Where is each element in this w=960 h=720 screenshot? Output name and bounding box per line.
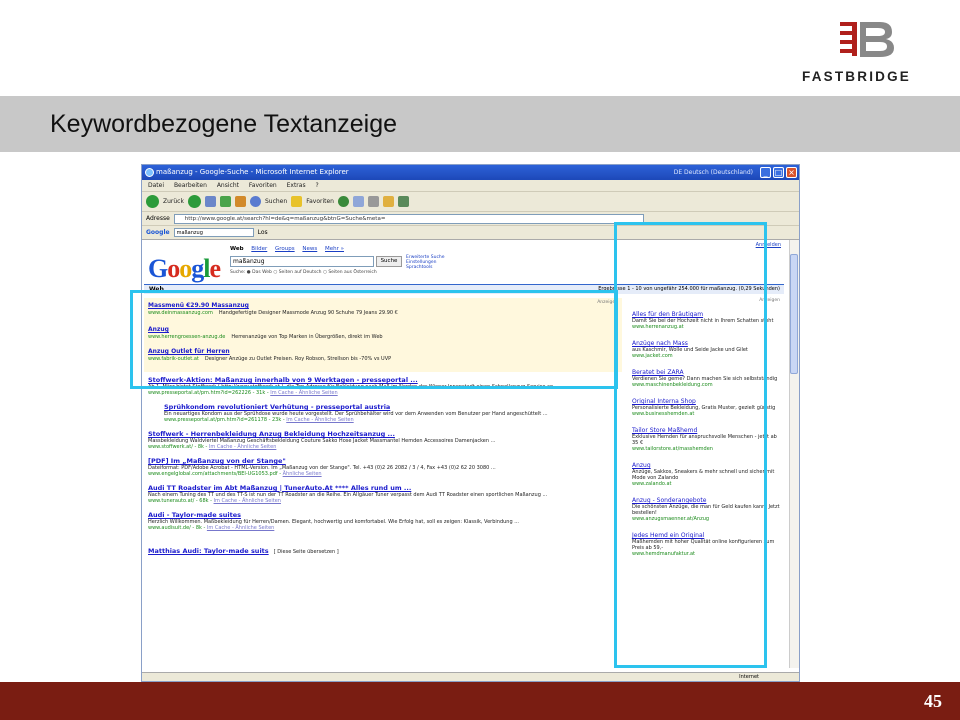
result-title[interactable]: Stoffwerk - Herrenbekleidung Anzug Bekle… [148,430,608,438]
ie-icon [145,168,154,177]
google-logo: Google [148,254,221,283]
googlebar-label: Google [146,229,170,236]
mail-icon[interactable] [352,196,364,207]
result-url: www.presseportal.at/pm.htm?id=261178 - 2… [164,417,285,423]
footer-bar: 45 [0,682,960,720]
cache-link[interactable]: Im Cache - Ähnliche Seiten [214,498,281,504]
search-result: Matthias Audi: Taylor-made suits [ Diese… [148,538,608,557]
advanced-links: Erweiterte Suche Einstellungen Sprachtoo… [406,255,445,270]
print-icon[interactable] [367,196,379,207]
search-scope-radios[interactable]: Suche: ● Das Web ○ Seiten auf Deutsch ○ … [230,270,377,275]
result-url: www.presseportal.at/pm.htm?id=262226 - 3… [148,390,269,396]
cache-link[interactable]: Im Cache - Ähnliche Seiten [209,444,276,450]
window-title: maßanzug - Google-Suche - Microsoft Inte… [156,168,349,176]
result-url: www.stoffwerk.at/ - 8k - [148,444,208,450]
result-title[interactable]: [PDF] Im „Maßanzug von der Stange" [148,457,608,465]
menu-item-help[interactable]: ? [316,182,319,189]
tab-web[interactable]: Web [230,246,244,252]
result-snippet[interactable]: [ Diese Seite übersetzen ] [274,549,339,555]
search-button[interactable]: Suche [376,256,402,267]
logo-wordmark: FASTBRIDGE [802,69,912,84]
toolbar: Zurück Suchen Favoriten [142,192,799,212]
folder-icon[interactable] [382,196,394,207]
search-result: [PDF] Im „Maßanzug von der Stange" Datei… [148,457,608,477]
forward-icon[interactable] [187,195,201,208]
messenger-icon[interactable] [397,196,409,207]
result-title[interactable]: Matthias Audi: Taylor-made suits [148,547,269,555]
minimize-icon[interactable]: _ [760,167,771,178]
tab-mehr[interactable]: Mehr » [325,246,344,252]
cache-link[interactable]: Im Cache - Ähnliche Seiten [286,417,353,423]
highlight-right-ads [614,222,767,668]
title-band: Keywordbezogene Textanzeige [0,96,960,152]
menu-item-bearbeiten[interactable]: Bearbeiten [174,182,207,189]
back-icon[interactable] [146,195,159,208]
close-icon[interactable]: × [786,167,797,178]
favorites-label[interactable]: Favoriten [306,198,334,205]
tab-bilder[interactable]: Bilder [251,246,267,252]
slide: FASTBRIDGE Keywordbezogene Textanzeige m… [0,0,960,720]
language-indicator: DE Deutsch (Deutschland) [673,169,753,176]
tab-news[interactable]: News [302,246,317,252]
menu-item-datei[interactable]: Datei [148,182,164,189]
stop-icon[interactable] [204,196,216,207]
search-result: Stoffwerk - Herrenbekleidung Anzug Bekle… [148,430,608,450]
vertical-scrollbar[interactable] [789,240,799,668]
menu-bar: Datei Bearbeiten Ansicht Favoriten Extra… [142,180,799,192]
status-bar: Internet [142,672,799,681]
tab-groups[interactable]: Groups [275,246,295,252]
google-search-input[interactable]: maßanzug [230,256,374,267]
google-tabs: Web Bilder Groups News Mehr » [230,246,350,252]
home-icon[interactable] [234,196,246,207]
window-titlebar: maßanzug - Google-Suche - Microsoft Inte… [142,165,799,180]
highlight-top-ads [130,290,618,389]
googlebar-go-button[interactable]: Los [258,229,268,236]
search-result: Audi - Taylor-made suites Herzlich Willk… [148,511,608,531]
security-zone: Internet [739,674,759,680]
window-controls: _ □ × [760,167,797,178]
googlebar-search-input[interactable]: maßanzug [173,228,254,237]
menu-item-ansicht[interactable]: Ansicht [217,182,239,189]
result-title[interactable]: Audi TT Roadster im Abt Maßanzug | Tuner… [148,484,608,492]
result-title[interactable]: Audi - Taylor-made suites [148,511,608,519]
page-number: 45 [924,691,942,711]
result-url: www.engelglobal.com/attachments/BEI-UG10… [148,471,282,477]
refresh-icon[interactable] [219,196,231,207]
search-icon[interactable] [249,196,261,207]
result-url: www.tunerauto.at/ - 68k - [148,498,212,504]
maximize-icon[interactable]: □ [773,167,784,178]
organic-results: Stoffwerk-Aktion: Maßanzug innerhalb von… [148,376,608,564]
search-label[interactable]: Suchen [265,198,287,205]
result-title[interactable]: Sprühkondom revolutioniert Verhütung - p… [164,403,608,411]
slide-title: Keywordbezogene Textanzeige [50,110,398,138]
address-label: Adresse [146,215,170,222]
favorites-icon[interactable] [291,196,303,207]
cache-link[interactable]: Im Cache - Ähnliche Seiten [207,525,274,531]
result-url: www.audisuit.de/ - 8k - [148,525,206,531]
cache-link[interactable]: Im Cache - Ähnliche Seiten [270,390,337,396]
menu-item-extras[interactable]: Extras [287,182,306,189]
scrollbar-thumb[interactable] [790,254,798,374]
language-tools-link[interactable]: Sprachtools [406,265,445,270]
back-label[interactable]: Zurück [163,198,184,205]
search-result: Sprühkondom revolutioniert Verhütung - p… [164,403,608,423]
cache-link[interactable]: Ähnliche Seiten [283,471,322,477]
search-result: Audi TT Roadster im Abt Maßanzug | Tuner… [148,484,608,504]
menu-item-favoriten[interactable]: Favoriten [249,182,277,189]
address-input[interactable]: http://www.google.at/search?hl=de&q=maßa… [173,213,644,224]
history-icon[interactable] [337,196,349,207]
